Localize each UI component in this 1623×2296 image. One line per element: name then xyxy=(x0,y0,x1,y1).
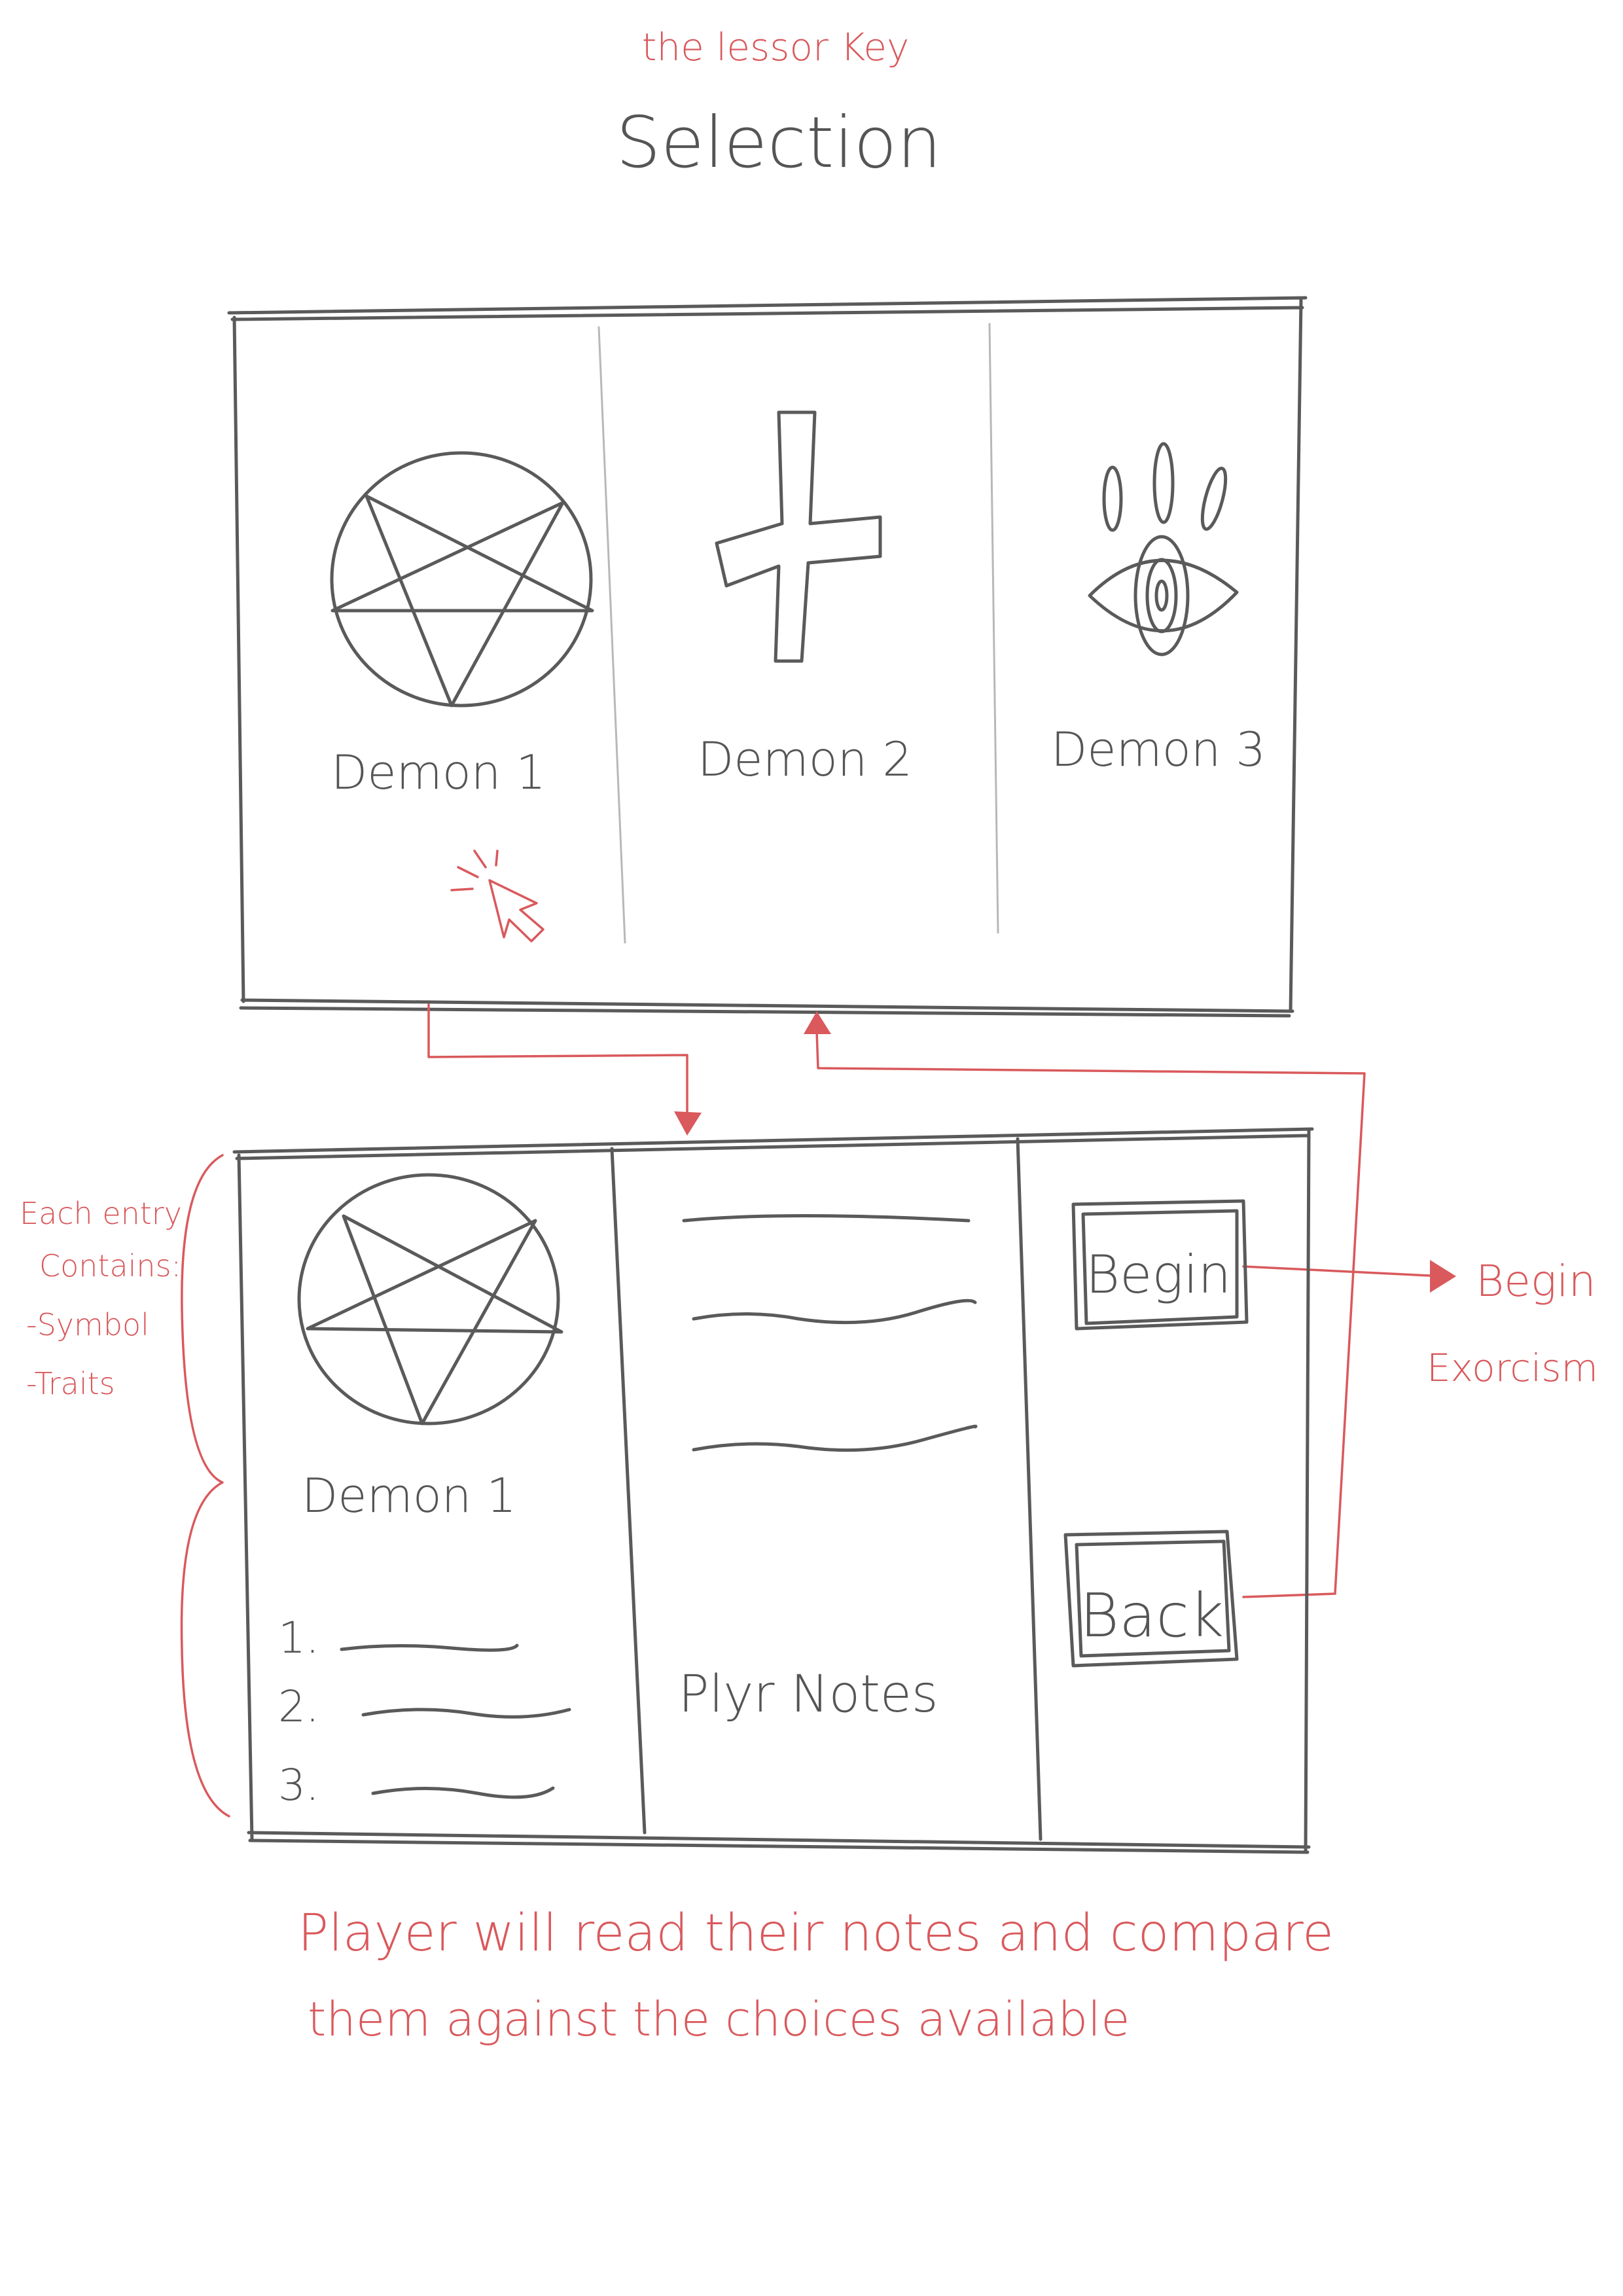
header-title: Selection xyxy=(616,102,942,184)
annotation-line: -Symbol xyxy=(26,1307,149,1342)
demon-option-label: Demon 3 xyxy=(1051,722,1266,777)
footer-line: Player will read their notes and compare xyxy=(298,1904,1334,1963)
demon-option-label: Demon 2 xyxy=(698,732,912,787)
selection-column-dividers xyxy=(597,323,999,944)
demon-info-panel: Demon 1 1. 2. 3. xyxy=(278,1173,571,1810)
selection-screen: Demon 1 Demon 2 Demon 3 xyxy=(227,296,1308,1018)
demon-option-1[interactable]: Demon 1 xyxy=(330,451,594,800)
transition-arrows xyxy=(427,1003,1456,1598)
back-button-label: Back xyxy=(1080,1581,1224,1651)
annotation-line: Exorcism xyxy=(1427,1346,1598,1390)
demon-option-3[interactable]: Demon 3 xyxy=(1051,442,1266,777)
header-subtitle: the lessor Key xyxy=(642,25,910,69)
annotation-line: -Traits xyxy=(26,1366,115,1401)
annotation-line: Contains: xyxy=(39,1248,181,1283)
trait-placeholder-line xyxy=(371,1786,555,1799)
begin-button[interactable]: Begin xyxy=(1071,1199,1249,1331)
notes-label: Plyr Notes xyxy=(678,1665,938,1724)
trait-placeholder-line xyxy=(361,1708,571,1719)
select-to-detail-arrow xyxy=(427,1003,688,1114)
traits-list: 1. 2. 3. xyxy=(278,1613,571,1810)
back-to-selection-arrow xyxy=(815,1030,1366,1598)
demon-option-2[interactable]: Demon 2 xyxy=(698,410,912,787)
entry-bracket xyxy=(180,1154,230,1818)
note-line xyxy=(692,1299,977,1325)
detail-screen: Demon 1 1. 2. 3. Plyr Notes Begin Back xyxy=(232,1127,1314,1854)
player-notes-panel[interactable]: Plyr Notes xyxy=(678,1214,978,1725)
inverted-cross-icon xyxy=(715,410,882,663)
entry-annotation: Each entry Contains: -Symbol -Traits xyxy=(20,1154,230,1818)
begin-button-label: Begin xyxy=(1086,1244,1232,1305)
eye-icon xyxy=(1088,442,1239,656)
begin-arrow xyxy=(1242,1265,1444,1278)
annotation-line: Begin xyxy=(1476,1256,1596,1306)
note-line xyxy=(692,1424,978,1452)
demon-name: Demon 1 xyxy=(302,1468,516,1523)
note-line xyxy=(682,1214,971,1223)
back-button[interactable]: Back xyxy=(1063,1530,1239,1668)
detail-column-dividers xyxy=(610,1137,1043,1841)
trait-number: 3. xyxy=(278,1760,319,1810)
annotation-line: Each entry xyxy=(20,1196,182,1231)
trait-placeholder-line xyxy=(340,1643,519,1652)
pentagram-icon xyxy=(330,451,594,708)
cursor-icon xyxy=(450,850,544,942)
pentagram-icon xyxy=(297,1173,563,1426)
footer-line: them against the choices available xyxy=(308,1992,1130,2047)
footer-annotation: Player will read their notes and compare… xyxy=(298,1904,1334,2047)
selection-screen-frame xyxy=(227,296,1308,1018)
trait-number: 2. xyxy=(278,1681,319,1732)
wireframe-sketch: the lessor Key Selection Demon 1 Demon 2 xyxy=(20,25,1598,2047)
demon-option-label: Demon 1 xyxy=(331,745,546,800)
trait-number: 1. xyxy=(278,1613,319,1663)
